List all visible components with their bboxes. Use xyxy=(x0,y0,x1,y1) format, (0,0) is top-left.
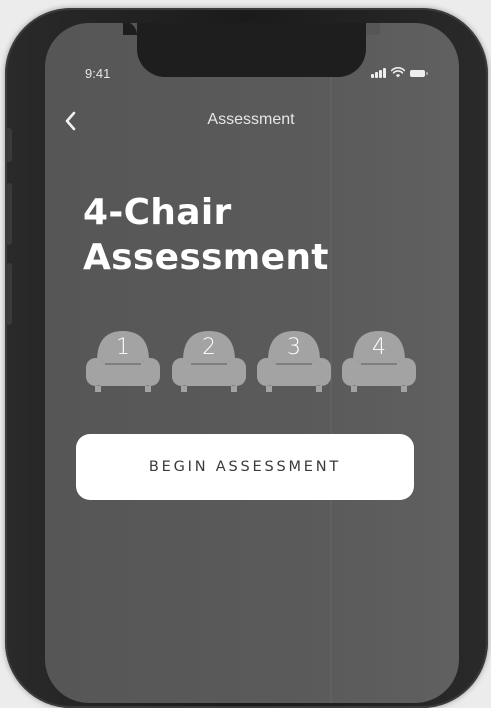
status-time: 9:41 xyxy=(85,66,111,81)
chair-number: 1 xyxy=(116,335,130,360)
page-title: 4-Chair Assessment xyxy=(83,190,423,280)
chair-steps: 1 2 3 4 xyxy=(83,323,423,395)
cellular-signal-icon xyxy=(371,67,386,78)
side-button-volume-down xyxy=(6,263,12,325)
chair-number: 3 xyxy=(287,335,301,360)
chair-step-2: 2 xyxy=(169,323,249,395)
chair-number: 4 xyxy=(372,335,386,360)
page-title-line-1: 4-Chair xyxy=(83,192,232,233)
chair-number: 2 xyxy=(202,335,216,360)
battery-icon xyxy=(409,70,428,77)
begin-assessment-button[interactable]: BEGIN ASSESSMENT xyxy=(76,434,414,500)
camera-notch xyxy=(123,23,380,77)
side-button-silent xyxy=(6,128,12,162)
page-title-line-2: Assessment xyxy=(83,237,329,278)
chair-step-4: 4 xyxy=(339,323,419,395)
nav-title: Assessment xyxy=(207,111,295,128)
chair-step-1: 1 xyxy=(83,323,163,395)
side-button-volume-up xyxy=(6,183,12,245)
app-screen: 9:41 Assessment 4-Chair Assessment 1 2 3… xyxy=(45,23,459,703)
status-icons xyxy=(371,67,428,78)
wifi-icon xyxy=(390,67,405,78)
chair-step-3: 3 xyxy=(254,323,334,395)
